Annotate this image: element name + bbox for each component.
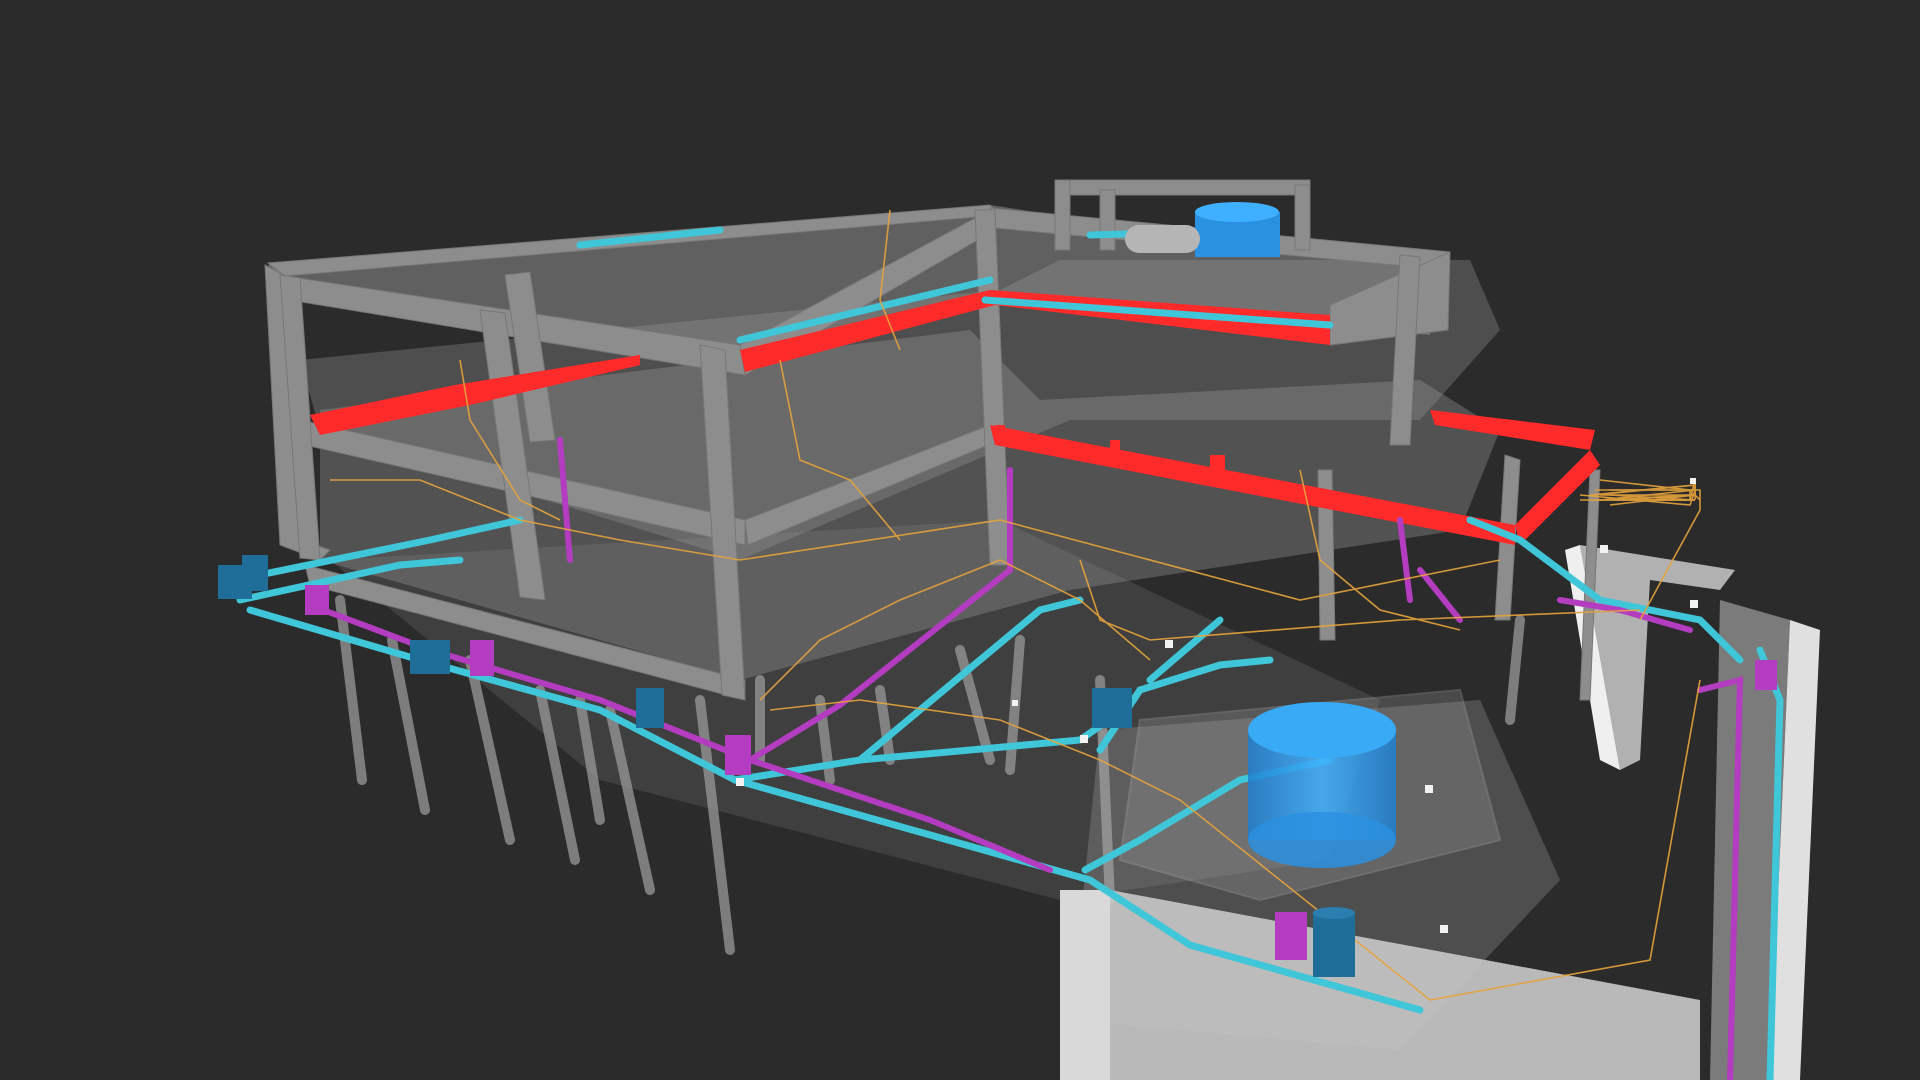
- 3d-model-viewport[interactable]: [0, 0, 1920, 1080]
- ground-tank: [1248, 702, 1396, 868]
- roof-tank: [1125, 202, 1280, 257]
- bim-model-render: [218, 179, 1820, 1080]
